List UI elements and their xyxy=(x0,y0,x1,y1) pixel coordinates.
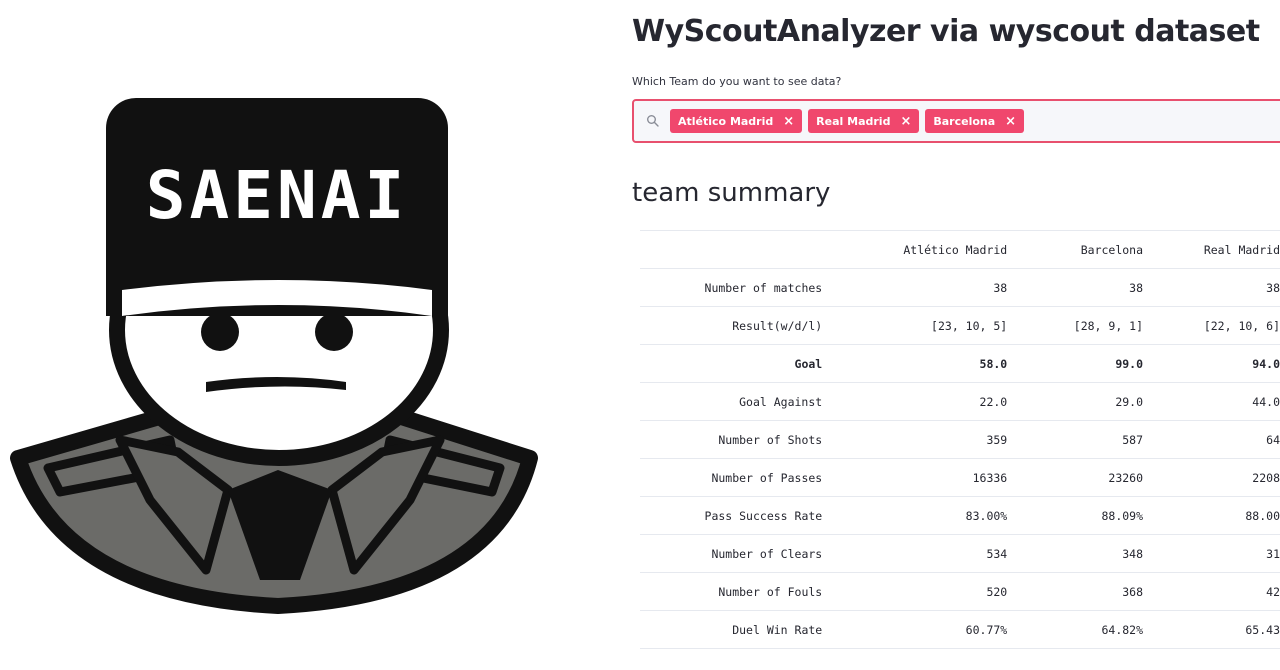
row-label: Number of Passes xyxy=(640,458,823,497)
table-row: Number of Passes 16336 23260 2208 xyxy=(640,458,1280,497)
search-icon xyxy=(647,115,659,127)
logo-text: SAENAI xyxy=(146,157,408,234)
header-cell: Barcelona xyxy=(1007,230,1144,269)
table-row: Number of matches 38 38 38 xyxy=(640,268,1280,307)
table-cell: [23, 10, 5] xyxy=(822,306,1008,345)
table-cell: 368 xyxy=(1007,572,1144,611)
row-label: Number of Clears xyxy=(640,534,823,573)
table-row: Number of Shots 359 587 64 xyxy=(640,420,1280,459)
table-cell: 29.0 xyxy=(1007,382,1144,421)
team-tag-atletico: Atlético Madrid × xyxy=(670,109,803,133)
row-label: Number of Shots xyxy=(640,420,823,459)
table-cell: 88.09% xyxy=(1007,496,1144,535)
table-cell: 64 xyxy=(1143,420,1280,459)
table-header-row: Atlético Madrid Barcelona Real Madrid xyxy=(640,230,1280,269)
header-cell: Atlético Madrid xyxy=(822,230,1008,269)
team-tag-barcelona: Barcelona × xyxy=(925,109,1025,133)
table-cell: 65.43 xyxy=(1143,610,1280,649)
table-row: Number of Clears 534 348 31 xyxy=(640,534,1280,573)
section-title: team summary xyxy=(632,178,831,208)
table-cell: 38 xyxy=(1143,268,1280,307)
header-cell xyxy=(640,230,823,269)
table-cell: 60.77% xyxy=(822,610,1008,649)
table-cell: 38 xyxy=(1007,268,1144,307)
app-title: WyScoutAnalyzer via wyscout dataset xyxy=(632,14,1260,49)
table-cell: [28, 9, 1] xyxy=(1007,306,1144,345)
table-cell: 348 xyxy=(1007,534,1144,573)
remove-tag-icon[interactable]: × xyxy=(783,114,794,129)
table-cell: 520 xyxy=(822,572,1008,611)
table-row: Result(w/d/l) [23, 10, 5] [28, 9, 1] [22… xyxy=(640,306,1280,345)
team-select-label: Which Team do you want to see data? xyxy=(632,75,842,88)
team-tag-label: Real Madrid xyxy=(816,114,891,128)
table-row: Number of Fouls 520 368 42 xyxy=(640,572,1280,611)
row-label: Number of Fouls xyxy=(640,572,823,611)
table-cell: [22, 10, 6] xyxy=(1143,306,1280,345)
row-label: Result(w/d/l) xyxy=(640,306,823,345)
row-label: Duel Win Rate xyxy=(640,610,823,649)
table-row: Goal Against 22.0 29.0 44.0 xyxy=(640,382,1280,421)
table-cell: 83.00% xyxy=(822,496,1008,535)
saenai-logo: SAENAI xyxy=(10,98,538,614)
team-tag-real-madrid: Real Madrid × xyxy=(808,109,920,133)
table-cell: 44.0 xyxy=(1143,382,1280,421)
table-cell: 58.0 xyxy=(822,344,1008,383)
row-label: Goal xyxy=(640,344,823,383)
table-cell: 94.0 xyxy=(1143,344,1280,383)
row-label: Pass Success Rate xyxy=(640,496,823,535)
remove-tag-icon[interactable]: × xyxy=(900,114,911,129)
header-cell: Real Madrid xyxy=(1143,230,1280,269)
row-label: Goal Against xyxy=(640,382,823,421)
table-cell: 42 xyxy=(1143,572,1280,611)
table-row: Pass Success Rate 83.00% 88.09% 88.00 xyxy=(640,496,1280,535)
team-tag-label: Atlético Madrid xyxy=(678,114,774,128)
table-cell: 31 xyxy=(1143,534,1280,573)
app-panel: WyScoutAnalyzer via wyscout dataset Whic… xyxy=(632,0,1280,670)
table-cell: 22.0 xyxy=(822,382,1008,421)
left-eye xyxy=(201,313,239,351)
table-cell: 2208 xyxy=(1143,458,1280,497)
table-cell: 359 xyxy=(822,420,1008,459)
team-tag-label: Barcelona xyxy=(933,114,996,128)
remove-tag-icon[interactable]: × xyxy=(1005,114,1016,129)
right-eye xyxy=(315,313,353,351)
table-cell: 99.0 xyxy=(1007,344,1144,383)
table-row: Duel Win Rate 60.77% 64.82% 65.43 xyxy=(640,610,1280,649)
team-multiselect[interactable]: Atlético Madrid × Real Madrid × Barcelon… xyxy=(632,99,1280,143)
table-cell: 88.00 xyxy=(1143,496,1280,535)
table-row: Goal 58.0 99.0 94.0 xyxy=(640,344,1280,383)
hat: SAENAI xyxy=(106,98,448,316)
table-cell: 16336 xyxy=(822,458,1008,497)
table-cell: 534 xyxy=(822,534,1008,573)
table-cell: 38 xyxy=(822,268,1008,307)
table-cell: 23260 xyxy=(1007,458,1144,497)
table-cell: 587 xyxy=(1007,420,1144,459)
table-cell: 64.82% xyxy=(1007,610,1144,649)
row-label: Number of matches xyxy=(640,268,823,307)
team-summary-table: Atlético Madrid Barcelona Real Madrid Nu… xyxy=(640,230,1280,649)
